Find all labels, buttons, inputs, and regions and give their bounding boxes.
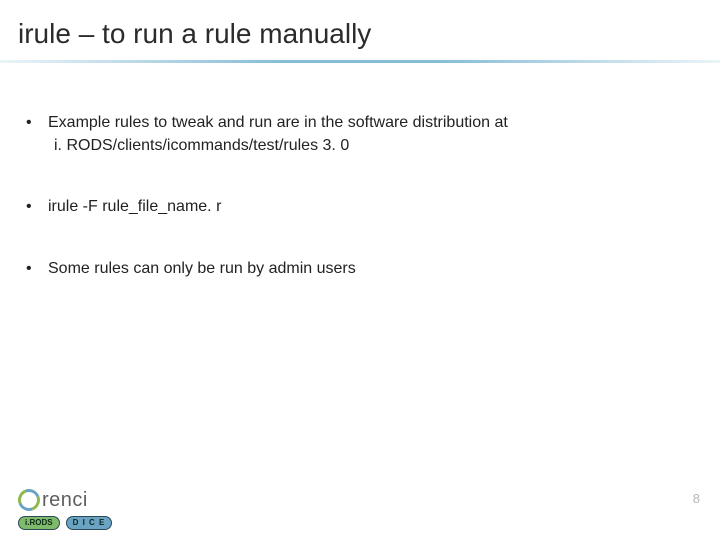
renci-text: renci: [42, 489, 88, 512]
bullet-text: Some rules can only be run by admin user…: [48, 257, 696, 280]
bullet-dot-icon: •: [24, 195, 48, 218]
bullet-item: • Some rules can only be run by admin us…: [24, 257, 696, 280]
bullet-item: • irule -F rule_file_name. r: [24, 195, 696, 218]
bullet-subtext: i. RODS/clients/icommands/test/rules 3. …: [54, 134, 696, 157]
bullet-dot-icon: •: [24, 257, 48, 280]
logo-group: renci i.RODS D I C E: [18, 486, 112, 530]
bullet-text: Example rules to tweak and run are in th…: [48, 111, 696, 134]
slide-title: irule – to run a rule manually: [18, 18, 702, 50]
title-bar: irule – to run a rule manually: [0, 0, 720, 63]
dice-badge: D I C E: [66, 516, 113, 530]
renci-logo: renci: [18, 486, 112, 514]
bullet-dot-icon: •: [24, 111, 48, 134]
bullet-item: • Example rules to tweak and run are in …: [24, 111, 696, 157]
slide-footer: 8 renci i.RODS D I C E: [0, 476, 720, 540]
slide-content: • Example rules to tweak and run are in …: [0, 63, 720, 280]
badge-row: i.RODS D I C E: [18, 516, 112, 530]
irods-badge: i.RODS: [18, 516, 60, 530]
page-number: 8: [693, 491, 700, 506]
bullet-text: irule -F rule_file_name. r: [48, 195, 696, 218]
renci-swirl-icon: [14, 485, 43, 514]
